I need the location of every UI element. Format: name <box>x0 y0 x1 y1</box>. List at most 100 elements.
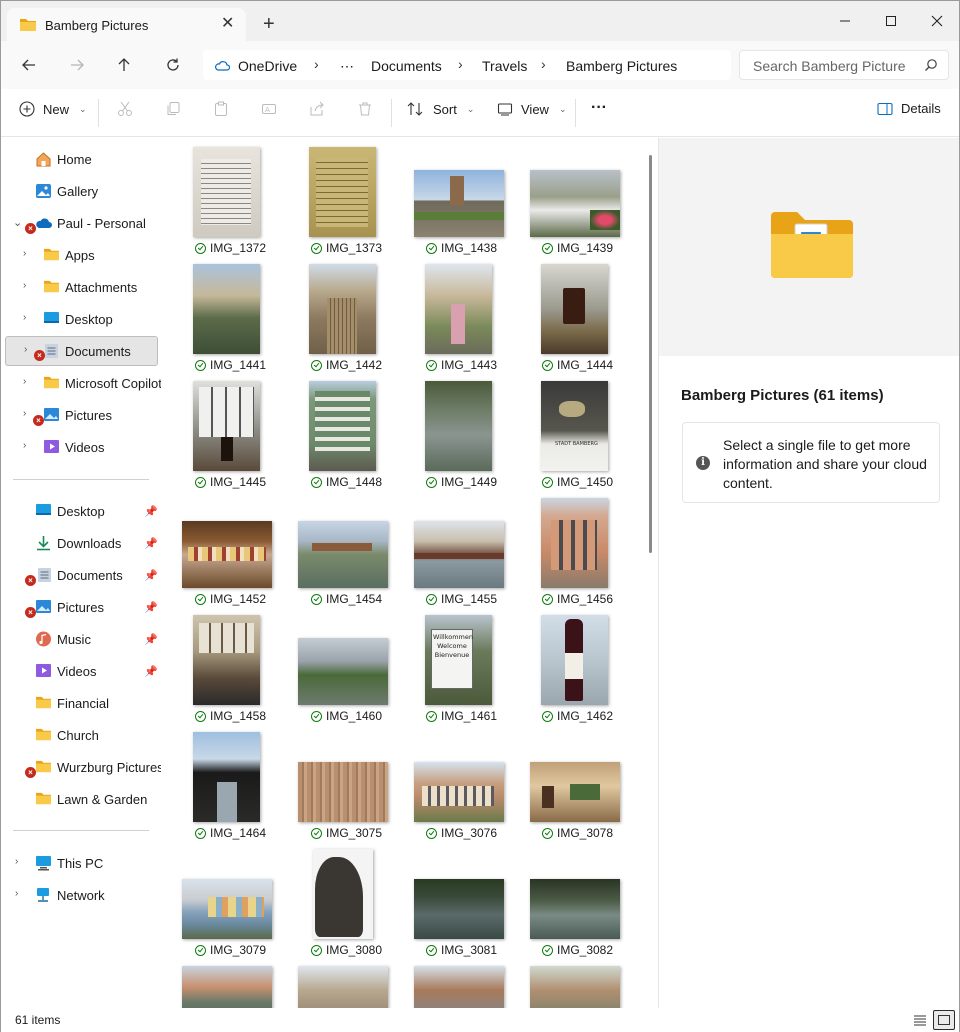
maximize-button[interactable] <box>879 9 903 33</box>
delete-button[interactable] <box>357 101 373 117</box>
file-label[interactable]: IMG_1454 <box>311 592 382 606</box>
chevron-right-icon[interactable]: › <box>23 280 26 291</box>
nav-item-desktop[interactable]: › Desktop <box>1 305 159 333</box>
see-more-button[interactable]: ··· <box>591 99 607 117</box>
file-label[interactable]: IMG_1438 <box>426 241 497 255</box>
thumbnail-image[interactable]: STADT BAMBERG <box>541 381 608 471</box>
details-view-button[interactable] <box>909 1010 931 1030</box>
breadcrumb-onedrive[interactable]: OneDrive <box>238 58 297 74</box>
breadcrumb-documents[interactable]: Documents <box>371 58 442 74</box>
up-button[interactable] <box>112 53 136 77</box>
back-button[interactable] <box>17 53 41 77</box>
nav-item-network[interactable]: › Network <box>1 881 159 909</box>
file-label[interactable]: IMG_3075 <box>311 826 382 840</box>
nav-item-videos[interactable]: › Videos <box>1 433 159 461</box>
new-button[interactable]: New ⌄ <box>19 101 87 117</box>
chevron-right-icon[interactable]: › <box>23 408 26 419</box>
refresh-button[interactable] <box>161 53 185 77</box>
share-button[interactable] <box>309 101 325 117</box>
thumbnail-image[interactable] <box>530 170 620 237</box>
sort-button[interactable]: Sort ⌄ <box>407 101 474 117</box>
nav-item-pictures[interactable]: › × Pictures <box>1 401 159 429</box>
file-label[interactable]: IMG_1443 <box>426 358 497 372</box>
thumbnail-image[interactable] <box>298 638 388 705</box>
chevron-right-icon[interactable]: › <box>458 56 463 72</box>
close-window-button[interactable] <box>925 9 949 33</box>
rename-button[interactable]: A <box>261 101 277 117</box>
chevron-right-icon[interactable]: › <box>23 248 26 259</box>
thumbnail-image[interactable] <box>193 147 260 237</box>
thumbnail-image[interactable] <box>182 966 272 1008</box>
file-label[interactable]: IMG_1448 <box>311 475 382 489</box>
address-bar[interactable]: OneDrive › ⋯ Documents › Travels › Bambe… <box>203 50 731 80</box>
file-label[interactable]: IMG_1452 <box>195 592 266 606</box>
quick-access-music[interactable]: Music 📌 <box>1 625 159 653</box>
pin-icon[interactable]: 📌 <box>144 569 158 582</box>
chevron-right-icon[interactable]: › <box>24 344 27 355</box>
file-label[interactable]: IMG_3076 <box>426 826 497 840</box>
chevron-right-icon[interactable]: › <box>15 888 18 899</box>
large-icons-view-button[interactable] <box>933 1010 955 1030</box>
file-label[interactable]: IMG_1462 <box>542 709 613 723</box>
thumbnail-image[interactable] <box>193 381 260 471</box>
quick-access-pictures[interactable]: × Pictures 📌 <box>1 593 159 621</box>
thumbnail-image[interactable] <box>414 170 504 237</box>
pin-icon[interactable]: 📌 <box>144 633 158 646</box>
thumbnail-image[interactable] <box>425 381 492 471</box>
thumbnail-image[interactable]: Willkommen Welcome Bienvenue <box>425 615 492 705</box>
pin-icon[interactable]: 📌 <box>144 537 158 550</box>
thumbnail-image[interactable] <box>541 615 608 705</box>
chevron-right-icon[interactable]: › <box>23 312 26 323</box>
quick-access-financial[interactable]: Financial <box>1 689 159 717</box>
thumbnail-image[interactable] <box>414 879 504 939</box>
quick-access-documents[interactable]: × Documents 📌 <box>1 561 159 589</box>
chevron-down-icon[interactable]: ⌄ <box>13 216 22 229</box>
thumbnail-image[interactable] <box>414 762 504 822</box>
search-placeholder[interactable]: Search Bamberg Pictures <box>753 58 905 74</box>
file-label[interactable]: IMG_1445 <box>195 475 266 489</box>
file-label[interactable]: IMG_1439 <box>542 241 613 255</box>
chevron-right-icon[interactable]: › <box>15 856 18 867</box>
thumbnail-image[interactable] <box>530 966 620 1008</box>
file-label[interactable]: IMG_1450 <box>542 475 613 489</box>
chevron-right-icon[interactable]: › <box>314 56 319 72</box>
file-label[interactable]: IMG_1455 <box>426 592 497 606</box>
thumbnail-image[interactable] <box>298 762 388 822</box>
minimize-button[interactable] <box>833 9 857 33</box>
thumbnail-image[interactable] <box>193 264 260 354</box>
quick-access-videos[interactable]: Videos 📌 <box>1 657 159 685</box>
breadcrumb-bamberg-pictures[interactable]: Bamberg Pictures <box>566 58 677 74</box>
pin-icon[interactable]: 📌 <box>144 601 158 614</box>
thumbnail-image[interactable] <box>298 521 388 588</box>
new-tab-button[interactable]: + <box>263 14 275 34</box>
thumbnail-image[interactable] <box>193 615 260 705</box>
quick-access-church[interactable]: Church <box>1 721 159 749</box>
file-label[interactable]: IMG_1442 <box>311 358 382 372</box>
file-label[interactable]: IMG_1456 <box>542 592 613 606</box>
forward-button[interactable] <box>65 53 89 77</box>
file-label[interactable]: IMG_3081 <box>426 943 497 957</box>
thumbnail-image[interactable] <box>414 521 504 588</box>
chevron-right-icon[interactable]: › <box>23 376 26 387</box>
file-label[interactable]: IMG_1444 <box>542 358 613 372</box>
cut-button[interactable] <box>117 101 133 117</box>
thumbnail-image[interactable] <box>309 381 376 471</box>
close-tab-icon[interactable]: ✕ <box>221 16 234 32</box>
thumbnail-image[interactable] <box>541 264 608 354</box>
file-label[interactable]: IMG_3082 <box>542 943 613 957</box>
thumbnail-image[interactable] <box>530 762 620 822</box>
thumbnail-image[interactable] <box>414 966 504 1008</box>
file-label[interactable]: IMG_1449 <box>426 475 497 489</box>
thumbnail-image[interactable] <box>193 732 260 822</box>
file-label[interactable]: IMG_1460 <box>311 709 382 723</box>
file-label[interactable]: IMG_1458 <box>195 709 266 723</box>
nav-item-paul-personal[interactable]: ⌄ × Paul - Personal <box>1 209 159 237</box>
details-button[interactable]: Details <box>877 101 941 116</box>
nav-item-attachments[interactable]: › Attachments <box>1 273 159 301</box>
breadcrumb-overflow[interactable]: ⋯ <box>340 58 354 75</box>
file-label[interactable]: IMG_3078 <box>542 826 613 840</box>
nav-item-microsoft-copilot[interactable]: › Microsoft Copilot <box>1 369 162 397</box>
file-label[interactable]: IMG_3079 <box>195 943 266 957</box>
thumbnail-image[interactable] <box>530 879 620 939</box>
file-label[interactable]: IMG_1464 <box>195 826 266 840</box>
